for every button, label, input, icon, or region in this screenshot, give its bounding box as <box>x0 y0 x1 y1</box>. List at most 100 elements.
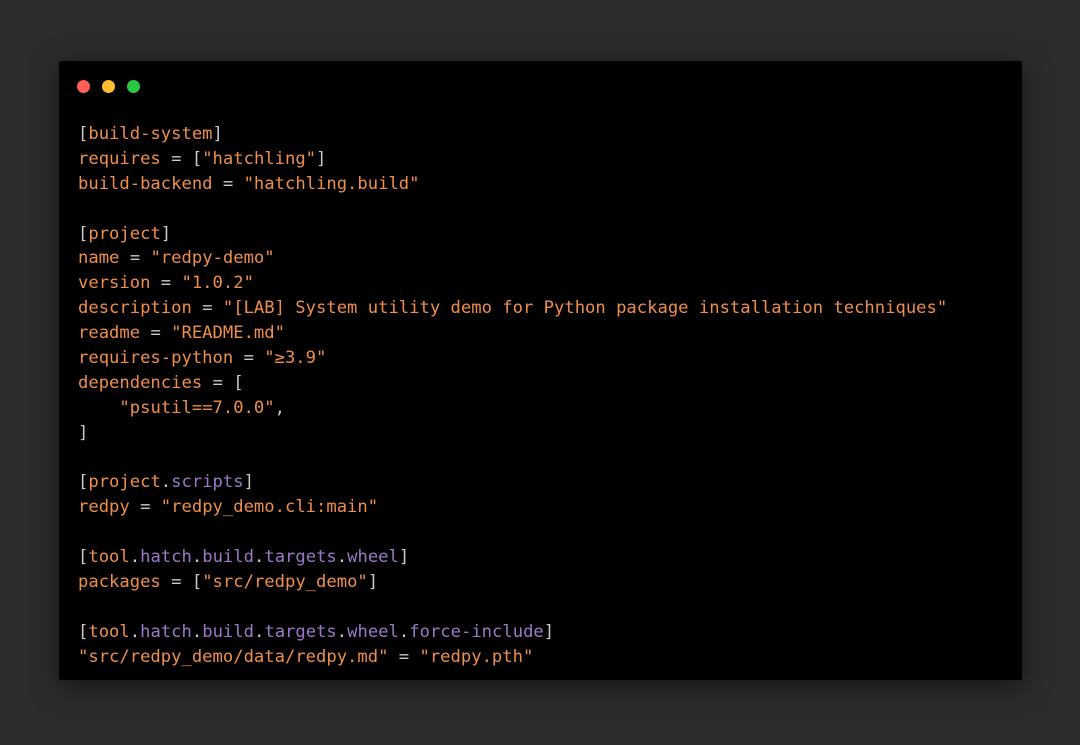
token-equals-operator: = <box>160 572 192 593</box>
token-equals-operator: = <box>191 298 223 319</box>
code-line: dependencies = [ <box>78 371 1014 396</box>
token-dot-separator: . <box>129 621 141 642</box>
code-line: description = "[LAB] System utility demo… <box>78 296 1014 321</box>
token-dot-separator: . <box>398 621 410 642</box>
token-equals-operator: = <box>119 248 151 269</box>
token-string-value: "src/redpy_demo" <box>202 572 368 593</box>
token-bracket: ] <box>398 547 410 568</box>
token-equals-operator: = <box>212 173 244 194</box>
token-equals-operator: = <box>129 497 161 518</box>
token-string-value: "src/redpy_demo/data/redpy.md" <box>78 646 389 667</box>
token-key: dependencies <box>78 372 203 393</box>
token-key: readme <box>78 323 141 344</box>
token-subsection-name: force-include <box>409 621 544 642</box>
token-string-value: "README.md" <box>171 323 285 344</box>
token-subsection-name: build <box>202 547 254 568</box>
code-line: [project] <box>78 222 1014 247</box>
token-section-name: tool <box>88 547 130 568</box>
code-window: [build-system] requires = ["hatchling"] bu… <box>59 61 1022 680</box>
token-punctuation: , <box>274 397 285 418</box>
token-subsection-name: wheel <box>347 547 399 568</box>
token-section-name: project <box>88 472 161 493</box>
token-key: redpy <box>78 497 130 518</box>
token-key: description <box>78 298 192 319</box>
token-subsection-name: targets <box>264 547 337 568</box>
token-key: build-backend <box>78 173 213 194</box>
token-equals-operator: = <box>388 646 420 667</box>
code-line: [build-system] <box>78 122 1014 147</box>
code-line: ] <box>78 421 1014 446</box>
token-subsection-name: build <box>202 621 254 642</box>
token-punctuation: [ <box>191 572 203 593</box>
code-line: [tool.hatch.build.targets.wheel.force-in… <box>78 620 1014 645</box>
token-string-value: "redpy.pth" <box>419 646 534 667</box>
token-punctuation: [ <box>191 148 203 169</box>
window-controls <box>77 80 140 93</box>
token-dot-separator: . <box>253 547 265 568</box>
code-line: packages = ["src/redpy_demo"] <box>78 570 1014 595</box>
token-equals-operator: = <box>202 372 234 393</box>
code-line: version = "1.0.2" <box>78 271 1014 296</box>
token-string-value: "≥3.9" <box>264 348 327 369</box>
token-equals-operator: = <box>233 348 265 369</box>
maximize-dot-icon[interactable] <box>127 80 140 93</box>
code-line: [tool.hatch.build.targets.wheel] <box>78 545 1014 570</box>
token-dot-separator: . <box>191 547 203 568</box>
token-string-value: "redpy-demo" <box>150 248 275 269</box>
token-section-name: tool <box>88 621 130 642</box>
token-subsection-name: targets <box>264 621 337 642</box>
token-string-value: "redpy_demo.cli:main" <box>160 497 379 518</box>
token-dot-separator: . <box>336 621 348 642</box>
token-dot-separator: . <box>129 547 141 568</box>
token-equals-operator: = <box>150 273 182 294</box>
close-dot-icon[interactable] <box>77 80 90 93</box>
token-equals-operator: = <box>140 323 172 344</box>
token-bracket: [ <box>78 472 89 493</box>
token-section-name: project <box>88 223 161 244</box>
token-string-value: "hatchling" <box>202 148 317 169</box>
code-block: [build-system] requires = ["hatchling"] bu… <box>78 122 1014 670</box>
code-line: [project.scripts] <box>78 470 1014 495</box>
token-equals-operator: = <box>160 148 192 169</box>
code-line: requires = ["hatchling"] <box>78 147 1014 172</box>
token-string-value: "psutil==7.0.0" <box>119 397 275 418</box>
token-bracket: ] <box>212 124 223 144</box>
token-subsection-name: hatch <box>140 621 192 642</box>
code-line: redpy = "redpy_demo.cli:main" <box>78 495 1014 520</box>
code-line: build-backend = "hatchling.build" <box>78 172 1014 197</box>
token-dot-separator: . <box>160 472 172 493</box>
token-punctuation: [ <box>233 372 244 393</box>
token-key: requires <box>78 148 161 169</box>
token-bracket: [ <box>78 124 89 144</box>
code-line: name = "redpy-demo" <box>78 246 1014 271</box>
code-line: readme = "README.md" <box>78 321 1014 346</box>
minimize-dot-icon[interactable] <box>102 80 115 93</box>
token-bracket: ] <box>543 621 555 642</box>
token-string-value: "[LAB] System utility demo for Python pa… <box>222 298 948 319</box>
token-dot-separator: . <box>253 621 265 642</box>
token-key: name <box>78 248 120 269</box>
token-subsection-name: hatch <box>140 547 192 568</box>
token-bracket: [ <box>78 621 89 642</box>
token-string-value: "1.0.2" <box>181 273 254 294</box>
code-line: "src/redpy_demo/data/redpy.md" = "redpy.… <box>78 645 1014 670</box>
token-bracket: ] <box>160 223 172 244</box>
token-key: version <box>78 273 151 294</box>
token-dot-separator: . <box>191 621 203 642</box>
token-subsection-name: wheel <box>347 621 399 642</box>
token-punctuation: ] <box>78 422 89 443</box>
token-section-name: build-system <box>88 124 213 144</box>
token-bracket: [ <box>78 547 89 568</box>
token-bracket: [ <box>78 223 89 244</box>
token-subsection-name: scripts <box>171 472 244 493</box>
code-line: "psutil==7.0.0", <box>78 396 1014 421</box>
token-dot-separator: . <box>336 547 348 568</box>
token-bracket: ] <box>243 472 254 493</box>
code-line: requires-python = "≥3.9" <box>78 346 1014 371</box>
token-punctuation: ] <box>367 572 379 593</box>
